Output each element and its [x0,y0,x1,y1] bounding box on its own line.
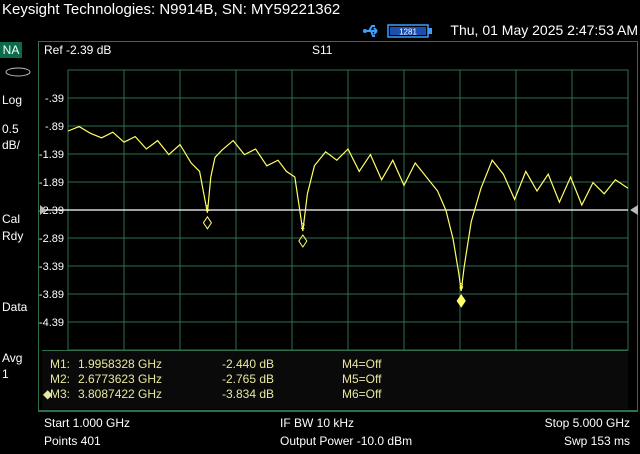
marker-name: M1: [50,357,71,371]
marker-label: 3 [459,282,464,291]
marker-diamond [202,215,213,230]
y-tick-label: -3.39 [39,261,64,273]
y-tick-label: -2.89 [39,233,64,245]
y-tick-label: -4.39 [39,317,64,329]
marker-name: M3: [50,387,71,401]
marker-table: M1: 1.9958328 GHz -2.440 dB M4=Off M2: 2… [42,350,628,409]
points[interactable]: Points 401 [44,434,101,448]
ref-arrow-right [630,205,638,215]
marker-freq: 1.9958328 GHz [78,357,163,371]
if-bandwidth[interactable]: IF BW 10 kHz [280,416,354,430]
marker-label: 1 [205,204,210,213]
marker-other: M5=Off [342,372,382,386]
footer-divider [38,411,638,412]
marker-value: -2.765 dB [222,372,275,386]
y-tick-label: -1.39 [39,149,64,161]
marker-name: M2: [50,372,71,386]
y-tick-label: -.39 [45,93,64,105]
y-tick-label: -1.89 [39,177,64,189]
y-tick-label: -3.89 [39,289,64,301]
start-freq[interactable]: Start 1.000 GHz [44,416,130,430]
marker-row[interactable]: ◆ M3: 3.8087422 GHz -3.834 dB M6=Off [42,387,628,401]
marker-value: -2.440 dB [222,357,275,371]
marker-diamond [456,293,466,308]
marker-diamond [298,234,308,248]
stop-freq[interactable]: Stop 5.000 GHz [545,416,630,430]
output-power[interactable]: Output Power -10.0 dBm [280,434,412,448]
marker-freq: 3.8087422 GHz [78,387,163,401]
marker-label: 2 [301,222,306,231]
marker-freq: 2.6773623 GHz [78,372,163,386]
marker-row[interactable]: M2: 2.6773623 GHz -2.765 dB M5=Off [42,372,628,386]
marker-other: M4=Off [342,357,382,371]
sweep-time[interactable]: Swp 153 ms [564,434,630,448]
marker-value: -3.834 dB [222,387,275,401]
marker-other: M6=Off [342,387,382,401]
marker-row[interactable]: M1: 1.9958328 GHz -2.440 dB M4=Off [42,357,628,371]
y-tick-label: -.89 [45,121,64,133]
